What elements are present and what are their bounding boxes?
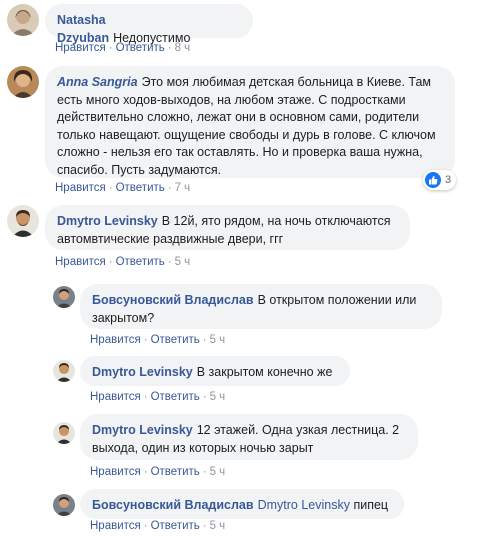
reaction-count[interactable]: 3 bbox=[423, 170, 457, 190]
comment-text: Это моя любимая детская больница в Киеве… bbox=[57, 75, 436, 177]
reply-button[interactable]: Ответить bbox=[151, 520, 200, 532]
comment-text: В закрытом конечно же bbox=[196, 365, 333, 379]
comment-author[interactable]: Natasha Dzyuban bbox=[57, 13, 109, 45]
avatar[interactable] bbox=[7, 66, 39, 98]
comment-actions: Нравится · Ответить · 8 ч bbox=[55, 42, 191, 54]
like-button[interactable]: Нравится bbox=[90, 391, 141, 403]
reply-button[interactable]: Ответить bbox=[151, 466, 200, 478]
like-button[interactable]: Нравится bbox=[90, 466, 141, 478]
avatar[interactable] bbox=[53, 422, 75, 444]
comment-time[interactable]: 5 ч bbox=[210, 520, 226, 532]
like-button[interactable]: Нравится bbox=[55, 42, 106, 54]
reply-bovsunovsky: Бовсуновский Владислав В открытом положен… bbox=[0, 278, 485, 348]
reply-dmytro-1: Dmytro Levinsky В закрытом конечно же Нра… bbox=[0, 350, 485, 408]
reply-button[interactable]: Ответить bbox=[116, 42, 165, 54]
comment-actions: Нравится · Ответить · 5 ч bbox=[90, 520, 226, 532]
reply-button[interactable]: Ответить bbox=[151, 391, 200, 403]
comment-dmytro: Dmytro Levinsky В 12й, ято рядом, на ночь… bbox=[0, 198, 485, 272]
reply-button[interactable]: Ответить bbox=[116, 256, 165, 268]
mention-link[interactable]: Dmytro Levinsky bbox=[258, 498, 350, 512]
like-button[interactable]: Нравится bbox=[90, 334, 141, 346]
avatar[interactable] bbox=[7, 4, 39, 36]
comment-bubble: Anna Sangria Это моя любимая детская боль… bbox=[45, 66, 455, 178]
reply-button[interactable]: Ответить bbox=[116, 182, 165, 194]
comment-time[interactable]: 7 ч bbox=[175, 182, 191, 194]
comment-time[interactable]: 5 ч bbox=[210, 391, 226, 403]
like-button[interactable]: Нравится bbox=[90, 520, 141, 532]
comment-author[interactable]: Бовсуновский Владислав bbox=[92, 293, 254, 307]
avatar[interactable] bbox=[7, 205, 39, 237]
comment-author[interactable]: Бовсуновский Владислав bbox=[92, 498, 254, 512]
comment-time[interactable]: 8 ч bbox=[175, 42, 191, 54]
reply-bovsunovsky-2: Бовсуновский Владислав Dmytro Levinsky пи… bbox=[0, 484, 485, 536]
comment-bubble: Dmytro Levinsky 12 этажей. Одна узкая лес… bbox=[80, 414, 418, 460]
avatar[interactable] bbox=[53, 286, 75, 308]
comment-bubble: Natasha Dzyuban Недопустимо bbox=[45, 4, 253, 45]
comment-author[interactable]: Anna Sangria bbox=[57, 75, 138, 89]
comment-time[interactable]: 5 ч bbox=[210, 466, 226, 478]
comment-actions: Нравится · Ответить · 5 ч bbox=[90, 334, 226, 346]
comment-bubble: Бовсуновский Владислав В открытом положен… bbox=[80, 284, 442, 329]
comment-bubble: Dmytro Levinsky В 12й, ято рядом, на ночь… bbox=[45, 205, 410, 250]
comment-time[interactable]: 5 ч bbox=[210, 334, 226, 346]
like-button[interactable]: Нравится bbox=[55, 182, 106, 194]
comment-author[interactable]: Dmytro Levinsky bbox=[92, 365, 193, 379]
like-reaction-icon bbox=[425, 172, 441, 188]
comment-actions: Нравится · Ответить · 5 ч bbox=[55, 256, 191, 268]
comment-time[interactable]: 5 ч bbox=[175, 256, 191, 268]
comment-anna: Anna Sangria Это моя любимая детская боль… bbox=[0, 58, 485, 198]
comment-author[interactable]: Dmytro Levinsky bbox=[57, 214, 158, 228]
comment-author[interactable]: Dmytro Levinsky bbox=[92, 423, 193, 437]
comment-bubble: Dmytro Levinsky В закрытом конечно же bbox=[80, 356, 350, 386]
avatar[interactable] bbox=[53, 360, 75, 382]
reaction-number: 3 bbox=[445, 174, 452, 186]
comment-actions: Нравится · Ответить · 5 ч bbox=[90, 391, 226, 403]
comment-actions: Нравится · Ответить · 7 ч bbox=[55, 182, 191, 194]
comment-actions: Нравится · Ответить · 5 ч bbox=[90, 466, 226, 478]
like-button[interactable]: Нравится bbox=[55, 256, 106, 268]
reply-button[interactable]: Ответить bbox=[151, 334, 200, 346]
comment-bubble: Бовсуновский Владислав Dmytro Levinsky пи… bbox=[80, 489, 404, 519]
reply-dmytro-2: Dmytro Levinsky 12 этажей. Одна узкая лес… bbox=[0, 410, 485, 484]
comment-natasha: Natasha Dzyuban Недопустимо Нравится · Отве… bbox=[0, 0, 485, 58]
avatar[interactable] bbox=[53, 494, 75, 516]
comment-text: пипец bbox=[353, 498, 389, 512]
